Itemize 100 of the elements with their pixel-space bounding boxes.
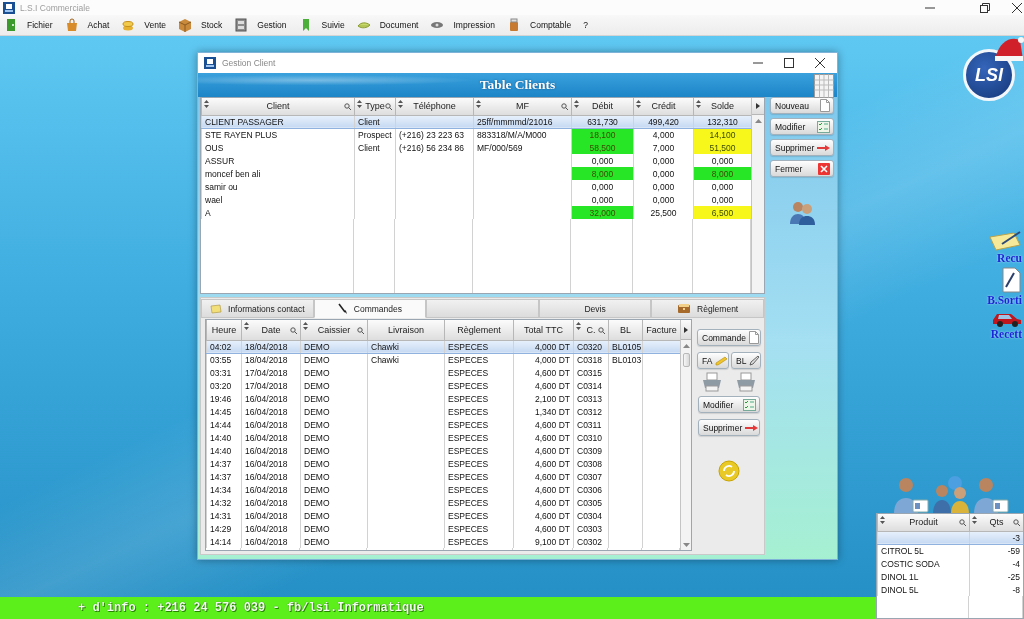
toolbar-button[interactable]: Modifier [770, 118, 834, 135]
printer-icon[interactable] [735, 372, 757, 392]
table-cell: 32,000 [571, 206, 634, 219]
column-header[interactable]: Total TTC [513, 320, 574, 340]
search-icon[interactable] [598, 326, 605, 334]
menu-item[interactable]: Comptable [507, 15, 584, 35]
menu-item[interactable]: Vente [121, 15, 178, 35]
menu-item[interactable]: Impression [430, 15, 508, 35]
tab[interactable]: Règlement [651, 299, 764, 318]
menu-item[interactable]: Gestion [234, 15, 299, 35]
scroll-down-icon[interactable] [682, 543, 690, 547]
menu-item[interactable]: Document [356, 15, 431, 35]
logo-text: LSI [975, 64, 1003, 86]
table-row[interactable]: moncef ben ali 8,000 0,000 8,000 [201, 167, 752, 180]
tab[interactable]: Informations contact [201, 299, 314, 318]
table-cell: DINOL 5L [877, 583, 970, 596]
arrow-right-icon [817, 144, 831, 151]
chest-icon [677, 303, 692, 314]
restore-icon[interactable] [980, 2, 990, 13]
table-row[interactable]: A 32,000 25,500 6,500 [201, 206, 752, 219]
scrollbar[interactable] [752, 115, 764, 293]
table-cell: -8 [969, 583, 1023, 596]
column-header[interactable]: Débit [571, 98, 634, 115]
checklist-icon [743, 398, 756, 411]
toolbar-button[interactable]: Supprimer [770, 139, 834, 156]
banner-title: Table Clients [479, 77, 556, 93]
search-icon[interactable] [357, 326, 364, 334]
close-icon[interactable] [1012, 2, 1022, 13]
search-icon[interactable] [959, 519, 966, 527]
menu-item[interactable]: Stock [178, 15, 235, 35]
search-icon[interactable] [290, 326, 297, 334]
door-icon [4, 18, 18, 32]
column-header[interactable]: Heure [206, 320, 242, 340]
table-cell: 6,500 [693, 206, 752, 219]
search-icon[interactable] [344, 103, 351, 111]
note-icon [210, 303, 222, 314]
column-menu-button[interactable] [681, 320, 691, 340]
toolbar-button[interactable]: Modifier [698, 396, 760, 413]
column-header[interactable]: Livraison [367, 320, 445, 340]
tab[interactable]: Commandes [313, 299, 427, 318]
table-cell: 25,500 [633, 206, 694, 219]
table-row[interactable]: COSTIC SODA -4 [877, 557, 1023, 570]
printer-icon[interactable] [701, 372, 723, 392]
column-header[interactable]: Caissier [300, 320, 368, 340]
column-menu-button[interactable] [752, 98, 764, 115]
menu-item[interactable]: Achat [64, 15, 122, 35]
table-row[interactable]: OUS Client (+216) 56 234 86 MF/000/569 58,500 7,000 51,500 [201, 141, 752, 154]
table-cell: 58,500 [571, 141, 634, 154]
search-icon[interactable] [1013, 519, 1020, 527]
pencil-icon [749, 355, 761, 366]
table-cell: DEMO [300, 535, 368, 548]
page-icon [748, 331, 759, 344]
scrollbar[interactable] [681, 340, 691, 550]
scrollbar-thumb[interactable] [682, 353, 690, 367]
users-icon [789, 199, 815, 225]
app-title: L.S.I Commerciale [20, 2, 90, 13]
search-icon[interactable] [385, 103, 392, 111]
menu-item[interactable]: ? [583, 15, 600, 35]
maximize-icon[interactable] [784, 58, 794, 68]
desktop-shortcut[interactable]: Recu [988, 231, 1022, 265]
search-icon[interactable] [561, 103, 568, 111]
table-row[interactable]: DINOL 5L -8 [877, 583, 1023, 596]
column-header[interactable]: Date [241, 320, 301, 340]
close-icon[interactable] [815, 58, 825, 68]
table-cell: 8,000 [571, 167, 634, 180]
table-row[interactable]: ASSUR 0,000 0,000 0,000 [201, 154, 752, 167]
column-header[interactable]: Qts [969, 514, 1023, 531]
table-row[interactable]: samir ou 0,000 0,000 0,000 [201, 180, 752, 193]
toolbar-button[interactable]: Fermer [770, 160, 834, 177]
column-header[interactable]: Facture [642, 320, 681, 340]
column-header[interactable]: Produit [877, 514, 970, 531]
column-header[interactable]: Solde [693, 98, 752, 115]
pen-icon [337, 302, 348, 315]
table-cell: C0302 [573, 535, 609, 548]
bag-icon [64, 18, 79, 32]
column-header[interactable]: Client [201, 98, 355, 115]
scroll-up-icon[interactable] [754, 119, 762, 123]
desktop-shortcut[interactable]: B.Sorti [987, 267, 1022, 307]
column-header[interactable]: Type [354, 98, 396, 115]
column-header[interactable]: Règlement [444, 320, 514, 340]
menu-item[interactable]: Suivie [298, 15, 357, 35]
toolbar-button[interactable]: BL [731, 352, 761, 369]
column-header[interactable]: Crédit [633, 98, 694, 115]
toolbar-button[interactable]: FA [697, 352, 729, 369]
toolbar-button[interactable]: Supprimer [698, 419, 760, 436]
menu-item[interactable]: Fichier [4, 15, 65, 35]
table-row[interactable]: wael 0,000 0,000 0,000 [201, 193, 752, 206]
column-header[interactable]: Téléphone [395, 98, 474, 115]
toolbar-button[interactable]: Commande [697, 329, 761, 346]
scroll-up-icon[interactable] [682, 344, 690, 348]
column-header[interactable]: BL [608, 320, 643, 340]
toolbar-button[interactable]: Nouveau [770, 97, 834, 114]
notepad-pencil-icon[interactable] [988, 231, 1022, 251]
column-header[interactable]: C. [573, 320, 609, 340]
table-row[interactable]: DINOL 1L -25 [877, 570, 1023, 583]
table-cell: 51,500 [693, 141, 752, 154]
table-cell: ESPECES [444, 535, 514, 548]
tab[interactable]: Devis [538, 299, 652, 318]
document-pen-icon[interactable] [1000, 267, 1022, 293]
column-header[interactable]: MF [473, 98, 572, 115]
